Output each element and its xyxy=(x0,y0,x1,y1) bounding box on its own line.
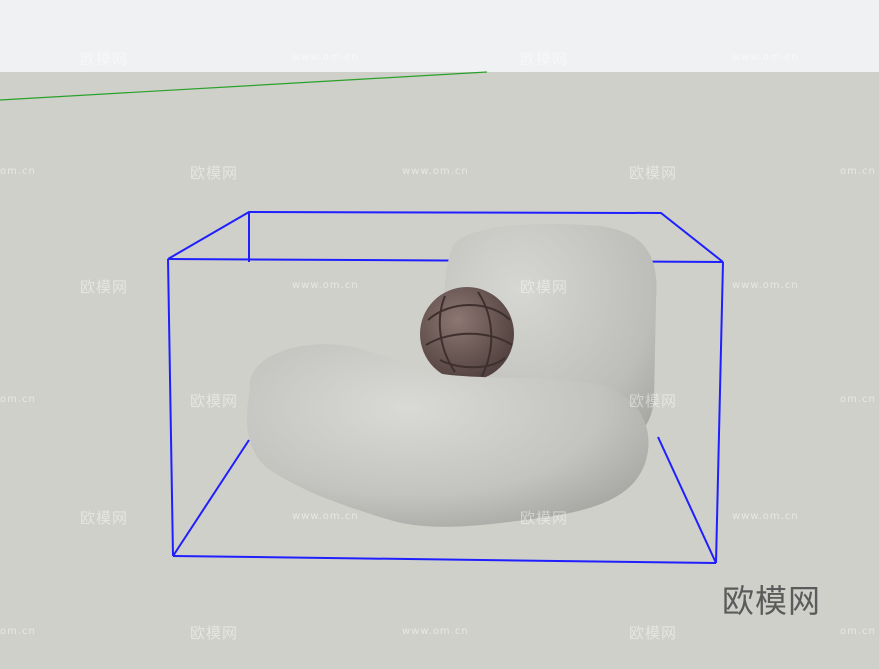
watermark-url: om.cn xyxy=(840,626,876,637)
watermark-text: 欧模网 xyxy=(520,50,569,68)
watermark-url: om.cn xyxy=(0,166,36,177)
watermark-text: 欧模网 xyxy=(520,278,569,296)
watermark-text: 欧模网 xyxy=(629,164,678,182)
watermark-url: www.om.cn xyxy=(402,626,469,637)
watermark-url: www.om.cn xyxy=(292,511,359,522)
watermark-url: om.cn xyxy=(840,166,876,177)
knot-pillow[interactable] xyxy=(420,287,514,381)
watermark-text: 欧模网 xyxy=(629,392,678,410)
watermark-text: 欧模网 xyxy=(80,278,129,296)
watermark-url: www.om.cn xyxy=(732,280,799,291)
watermark-url: www.om.cn xyxy=(292,280,359,291)
watermark-text: 欧模网 xyxy=(80,50,129,68)
watermark-url: www.om.cn xyxy=(292,52,359,63)
watermark-url: om.cn xyxy=(840,394,876,405)
watermark-url: www.om.cn xyxy=(732,511,799,522)
watermark-url: om.cn xyxy=(0,626,36,637)
watermark-text: 欧模网 xyxy=(629,624,678,642)
brand-logo: 欧模网 xyxy=(722,582,822,620)
watermark-text: 欧模网 xyxy=(190,392,239,410)
watermark-text: 欧模网 xyxy=(520,509,569,527)
watermark-url: om.cn xyxy=(0,394,36,405)
watermark-url: www.om.cn xyxy=(732,52,799,63)
watermark-text: 欧模网 xyxy=(190,624,239,642)
watermark-text: 欧模网 xyxy=(190,164,239,182)
watermark-url: www.om.cn xyxy=(402,166,469,177)
green-axis-line xyxy=(0,71,488,101)
watermark-text: 欧模网 xyxy=(80,509,129,527)
model-scene[interactable] xyxy=(0,0,879,669)
